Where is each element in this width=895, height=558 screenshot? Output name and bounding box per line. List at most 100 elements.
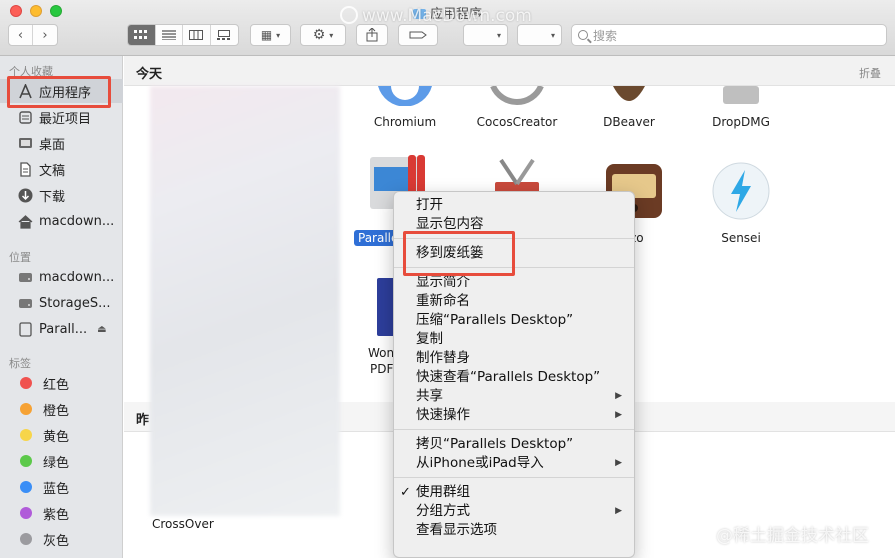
sidebar-item-desktop[interactable]: 桌面: [0, 131, 123, 155]
recents-icon: [17, 109, 33, 125]
app-cocoscreator[interactable]: CocosCreator: [462, 84, 572, 129]
app-dropdmg[interactable]: DropDMG: [686, 86, 796, 129]
menu-item-label: 查看显示选项: [416, 522, 497, 538]
sidebar-item-label: macdown...: [39, 269, 115, 285]
sidebar: 个人收藏 应用程序 最近项目 桌面 文稿 下载 macdown... 位置 ma…: [0, 56, 123, 558]
tag-icon: [409, 31, 427, 39]
menu-item[interactable]: ✓ 使用群组: [394, 483, 634, 502]
sidebar-item-location-storage[interactable]: StorageS...: [0, 291, 123, 315]
sidebar-item-label: 黄色: [43, 429, 70, 445]
app-sensei[interactable]: Sensei: [686, 160, 796, 245]
forward-button[interactable]: ›: [33, 25, 57, 45]
app-dbeaver[interactable]: DBeaver: [574, 86, 684, 129]
search-field[interactable]: 搜索: [571, 24, 887, 46]
submenu-arrow-icon: ▶: [615, 410, 622, 420]
icon-view-button[interactable]: [128, 25, 156, 45]
gallery-view-button[interactable]: [211, 25, 238, 45]
sidebar-tag-item[interactable]: 紫色: [0, 501, 123, 525]
sidebar-item-location-parallels[interactable]: Parall... ⏏: [0, 317, 123, 341]
sidebar-item-label: 绿色: [43, 455, 70, 471]
menu-separator: [394, 429, 634, 430]
share-icon: [366, 28, 378, 42]
finder-window: 应用程序 ‹ › ▦ ▾ ⚙ ▾ ▾ ▾ 搜索 个人收藏 应用程序 最近项目 桌…: [0, 0, 895, 558]
gallery-icon: [217, 30, 231, 40]
icon-grid-icon: [134, 30, 148, 39]
app-label: DropDMG: [712, 115, 770, 129]
edit-tags-button[interactable]: [398, 24, 438, 46]
menu-item-label: 制作替身: [416, 350, 470, 366]
watermark-logo-icon: [340, 6, 358, 24]
list-view-button[interactable]: [156, 25, 183, 45]
menu-item[interactable]: 打开: [394, 196, 634, 215]
tag-color-dot-icon: [20, 533, 32, 545]
chevron-down-icon: ▾: [496, 30, 501, 40]
highlight-box-applications: [7, 76, 111, 108]
share-button[interactable]: [356, 24, 388, 46]
app-label: CocosCreator: [476, 115, 558, 129]
app-label-crossover[interactable]: CrossOver: [152, 517, 214, 531]
path-dropdown-1[interactable]: ▾: [463, 24, 508, 46]
sidebar-section-tags: 标签: [9, 357, 31, 370]
menu-item[interactable]: 从iPhone或iPad导入 ▶: [394, 454, 634, 473]
menu-item[interactable]: 快速操作 ▶: [394, 406, 634, 425]
menu-item-label: 快速操作: [416, 407, 470, 423]
downloads-icon: [17, 187, 33, 203]
search-icon: [578, 30, 588, 40]
sidebar-tag-item[interactable]: 灰色: [0, 527, 123, 551]
sidebar-tag-item[interactable]: 蓝色: [0, 475, 123, 499]
menu-item[interactable]: 复制: [394, 330, 634, 349]
path-dropdown-2[interactable]: ▾: [517, 24, 562, 46]
chromium-icon: [378, 86, 432, 107]
eject-icon[interactable]: ⏏: [97, 324, 106, 335]
sidebar-item-home[interactable]: macdown...: [0, 209, 123, 233]
collapse-button[interactable]: 折叠: [859, 65, 881, 81]
menu-item[interactable]: 拷贝“Parallels Desktop”: [394, 435, 634, 454]
sidebar-item-label: 红色: [43, 377, 70, 393]
menu-item-label: 分组方式: [416, 503, 470, 519]
cocoscreator-icon: [490, 84, 544, 105]
tag-color-dot-icon: [20, 481, 32, 493]
sidebar-item-downloads[interactable]: 下载: [0, 183, 123, 207]
search-placeholder: 搜索: [593, 28, 618, 43]
action-button[interactable]: ⚙ ▾: [300, 24, 346, 46]
checkmark-icon: ✓: [400, 485, 411, 500]
app-chromium[interactable]: Chromium: [350, 86, 460, 129]
menu-item[interactable]: 重新命名: [394, 292, 634, 311]
gear-icon: ⚙: [312, 27, 326, 43]
sidebar-tag-item[interactable]: 橙色: [0, 397, 123, 421]
menu-item-label: 快速查看“Parallels Desktop”: [416, 369, 601, 385]
menu-item[interactable]: 分组方式 ▶: [394, 502, 634, 521]
back-button[interactable]: ‹: [9, 25, 34, 45]
menu-item-label: 从iPhone或iPad导入: [416, 455, 544, 471]
sidebar-tag-item[interactable]: 红色: [0, 371, 123, 395]
sidebar-item-label: 最近项目: [39, 111, 92, 127]
sidebar-tag-item[interactable]: 黄色: [0, 423, 123, 447]
menu-item-label: 使用群组: [416, 484, 470, 500]
menu-item[interactable]: 共享 ▶: [394, 387, 634, 406]
column-view-button[interactable]: [183, 25, 211, 45]
sidebar-item-recents[interactable]: 最近项目: [0, 105, 123, 129]
tag-color-dot-icon: [20, 455, 32, 467]
sidebar-tag-item[interactable]: 绿色: [0, 449, 123, 473]
menu-item[interactable]: 制作替身: [394, 349, 634, 368]
menu-item-label: 共享: [416, 388, 443, 404]
menu-item-label: 显示简介: [416, 274, 470, 290]
chevron-down-icon: ▾: [276, 30, 281, 40]
menu-item-label: 重新命名: [416, 293, 470, 309]
menu-item-label: 打开: [416, 197, 443, 213]
menu-item[interactable]: 快速查看“Parallels Desktop”: [394, 368, 634, 387]
sidebar-item-label: 灰色: [43, 533, 70, 549]
menu-separator: [394, 477, 634, 478]
chevron-down-icon: ▾: [329, 30, 334, 40]
sidebar-item-label: Parall...: [39, 321, 88, 337]
sidebar-item-label: 橙色: [43, 403, 70, 419]
tag-color-dot-icon: [20, 429, 32, 441]
chevron-down-icon: ▾: [550, 30, 555, 40]
sidebar-item-documents[interactable]: 文稿: [0, 157, 123, 181]
group-by-button[interactable]: ▦ ▾: [250, 24, 291, 46]
sidebar-item-location-macdown[interactable]: macdown...: [0, 265, 123, 289]
menu-item[interactable]: 压缩“Parallels Desktop”: [394, 311, 634, 330]
menu-item[interactable]: 查看显示选项: [394, 521, 634, 540]
view-mode-segment: [127, 24, 239, 46]
watermark-top: www.MacDown.com: [340, 6, 532, 26]
